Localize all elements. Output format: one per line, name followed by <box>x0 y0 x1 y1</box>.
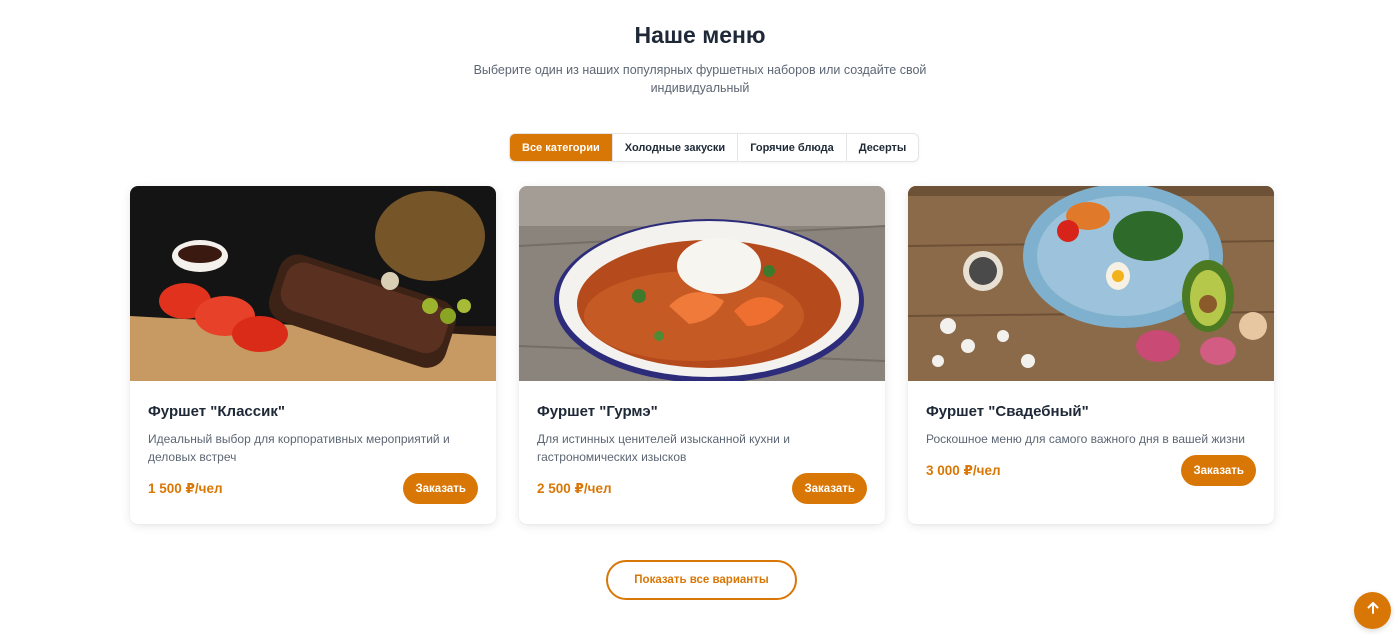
card-title: Фуршет "Гурмэ" <box>537 403 658 420</box>
card-price: 1 500 ₽/чел <box>148 480 223 496</box>
tab-cold-appetizers[interactable]: Холодные закуски <box>613 134 739 161</box>
card-price: 3 000 ₽/чел <box>926 462 1001 478</box>
arrow-up-icon <box>1366 601 1380 620</box>
card-title: Фуршет "Свадебный" <box>926 403 1089 420</box>
order-button[interactable]: Заказать <box>403 473 478 504</box>
menu-section: Наше меню Выберите один из наших популяр… <box>0 0 1400 635</box>
shrimp-curry-image <box>519 186 885 381</box>
order-button[interactable]: Заказать <box>1181 455 1256 486</box>
card-description: Роскошное меню для самого важного дня в … <box>926 432 1245 446</box>
tab-all-categories[interactable]: Все категории <box>510 134 613 161</box>
tab-hot-dishes[interactable]: Горячие блюда <box>738 134 847 161</box>
menu-card-classic: Фуршет "Классик" Идеальный выбор для кор… <box>130 186 496 524</box>
menu-card-wedding: Фуршет "Свадебный" Роскошное меню для са… <box>908 186 1274 524</box>
scroll-to-top-button[interactable] <box>1354 592 1391 629</box>
card-title: Фуршет "Классик" <box>148 403 285 420</box>
section-subtitle: Выберите один из наших популярных фуршет… <box>473 63 927 95</box>
card-price: 2 500 ₽/чел <box>537 480 612 496</box>
category-tabs: Все категории Холодные закуски Горячие б… <box>509 133 920 162</box>
tab-desserts[interactable]: Десерты <box>847 134 919 161</box>
show-all-button[interactable]: Показать все варианты <box>606 560 797 600</box>
order-button[interactable]: Заказать <box>792 473 867 504</box>
card-description: Для истинных ценителей изысканной кухни … <box>537 432 790 464</box>
grilled-ribs-image <box>130 186 496 381</box>
section-title: Наше меню <box>634 22 766 48</box>
salad-bowl-image <box>908 186 1274 381</box>
menu-card-gourmet: Фуршет "Гурмэ" Для истинных ценителей из… <box>519 186 885 524</box>
card-description: Идеальный выбор для корпоративных меропр… <box>148 432 450 464</box>
